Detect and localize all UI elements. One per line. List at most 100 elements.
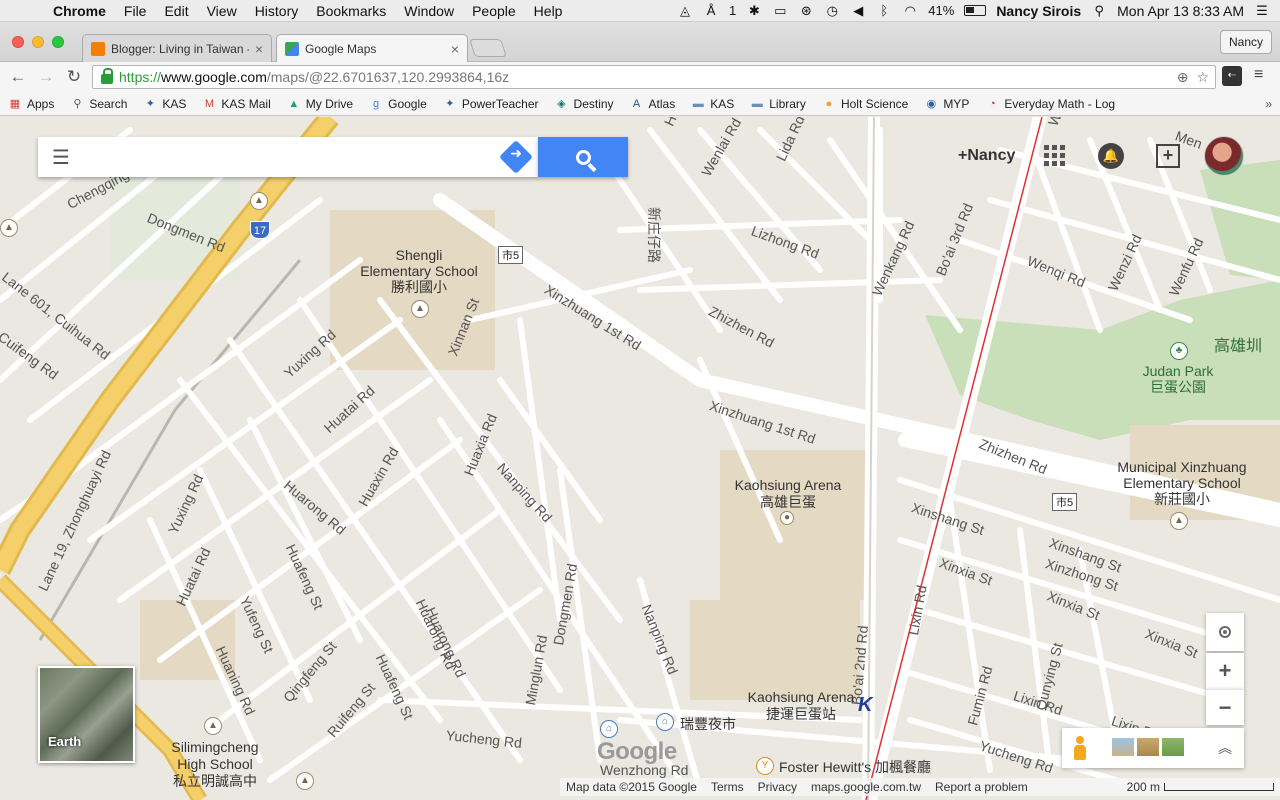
bookmark-library[interactable]: ▬ Library: [750, 97, 806, 111]
my-location-button[interactable]: [1206, 613, 1244, 651]
mrt-station-icon[interactable]: K: [858, 694, 872, 717]
menu-file[interactable]: File: [115, 3, 156, 19]
park-icon[interactable]: ♣: [1170, 342, 1188, 360]
time-machine-icon[interactable]: ◷: [824, 3, 840, 19]
zoom-in-button[interactable]: +: [1206, 653, 1244, 689]
close-tab-icon[interactable]: ×: [255, 41, 263, 57]
bluetooth-icon[interactable]: ᛒ: [876, 3, 892, 18]
notifications-bell-icon[interactable]: 🔔: [1098, 143, 1124, 169]
new-tab-button[interactable]: [469, 39, 507, 57]
bookmark-search[interactable]: ⚲ Search: [70, 97, 127, 111]
imagery-thumbnails[interactable]: [1112, 738, 1184, 756]
market-icon[interactable]: ⌂: [656, 713, 674, 731]
tab-google-maps[interactable]: Google Maps ×: [276, 34, 468, 63]
zoom-out-button[interactable]: −: [1206, 689, 1244, 725]
school-icon[interactable]: ▲: [204, 717, 222, 735]
domain-link[interactable]: maps.google.com.tw: [811, 780, 921, 794]
expand-chevron-icon[interactable]: ︽: [1218, 738, 1232, 758]
share-plus-icon[interactable]: +: [1156, 144, 1180, 168]
restaurant-icon[interactable]: Y: [756, 757, 774, 775]
back-button[interactable]: ←: [4, 67, 32, 87]
extension-icon[interactable]: ⇠: [1222, 66, 1242, 86]
bookmark-star-icon[interactable]: ☆: [1196, 69, 1209, 86]
scale-control[interactable]: 200 m: [1127, 780, 1280, 794]
place-label-xinzhuang-school[interactable]: Municipal Xinzhuang Elementary School 新莊…: [1108, 459, 1256, 507]
bookmark-google[interactable]: g Google: [369, 97, 427, 111]
pegman-icon[interactable]: [1074, 736, 1086, 760]
menu-view[interactable]: View: [198, 3, 246, 19]
menu-edit[interactable]: Edit: [155, 3, 197, 19]
wifi-icon[interactable]: ◠: [902, 3, 918, 19]
place-label-shengli[interactable]: Shengli Elementary School 勝利國小: [360, 247, 478, 295]
school-icon[interactable]: ▲: [250, 192, 268, 210]
adobe-creative-icon[interactable]: Å: [703, 3, 719, 18]
imagery-thumb[interactable]: [1137, 738, 1159, 756]
bookmarks-overflow-icon[interactable]: »: [1265, 97, 1280, 111]
menu-people[interactable]: People: [463, 3, 525, 19]
earth-view-toggle[interactable]: Earth: [38, 666, 135, 763]
menu-app-chrome[interactable]: Chrome: [44, 3, 115, 19]
school-icon[interactable]: ▲: [411, 300, 429, 318]
menu-bookmarks[interactable]: Bookmarks: [307, 3, 395, 19]
place-label-judan-park[interactable]: Judan Park 巨蛋公園: [1140, 363, 1216, 395]
close-tab-icon[interactable]: ×: [451, 41, 459, 57]
bookmark-atlas[interactable]: A Atlas: [630, 97, 675, 111]
bookmark-apps[interactable]: ▦ Apps: [8, 97, 55, 111]
reload-button[interactable]: ↻: [60, 67, 88, 87]
search-button[interactable]: [538, 137, 628, 177]
notification-center-icon[interactable]: ☰: [1254, 3, 1270, 19]
forward-button[interactable]: →: [32, 67, 60, 87]
chrome-menu-icon[interactable]: ≡: [1254, 66, 1263, 84]
accessibility-icon[interactable]: ⊛: [798, 3, 814, 19]
apps-grid-icon[interactable]: [1044, 145, 1065, 166]
secure-lock-icon[interactable]: [101, 68, 113, 84]
menu-history[interactable]: History: [246, 3, 308, 19]
place-label-silimingcheng[interactable]: Silimingcheng High School 私立明誠高中: [163, 739, 267, 790]
place-label-arena[interactable]: Kaohsiung Arena 高雄巨蛋: [730, 477, 846, 511]
menu-window[interactable]: Window: [395, 3, 463, 19]
place-label-foster-hewitts[interactable]: Foster Hewitt's 加楓餐廳: [779, 757, 931, 777]
privacy-link[interactable]: Privacy: [758, 780, 797, 794]
menubar-clock[interactable]: Mon Apr 13 8:33 AM: [1117, 3, 1244, 19]
minimize-window-button[interactable]: [32, 36, 44, 48]
terms-link[interactable]: Terms: [711, 780, 744, 794]
spotlight-icon[interactable]: ⚲: [1091, 3, 1107, 19]
school-icon[interactable]: ▲: [1170, 512, 1188, 530]
bookmark-everyday-math-log[interactable]: ◔ Everyday Math - Log: [985, 97, 1115, 111]
account-name-link[interactable]: +Nancy: [958, 147, 1015, 165]
menu-help[interactable]: Help: [525, 3, 572, 19]
bookmark-powerteacher[interactable]: ✦ PowerTeacher: [443, 97, 538, 111]
paw-icon[interactable]: ✱: [746, 3, 762, 19]
bookmark-kas-mail[interactable]: M KAS Mail: [202, 97, 271, 111]
zoom-window-button[interactable]: [52, 36, 64, 48]
battery-icon[interactable]: [964, 5, 987, 16]
bookmark-kas[interactable]: ✦ KAS: [143, 97, 187, 111]
tab-blogger[interactable]: Blogger: Living in Taiwan - ×: [82, 34, 272, 62]
zoom-magnifier-icon[interactable]: ⊕: [1177, 69, 1189, 86]
adobe-icon[interactable]: ◬: [677, 3, 693, 19]
close-window-button[interactable]: [12, 36, 24, 48]
place-label-night-market[interactable]: 瑞豐夜市: [680, 714, 736, 734]
bookmark-myp[interactable]: ◉ MYP: [924, 97, 970, 111]
airplay-icon[interactable]: ▭: [772, 3, 788, 19]
school-icon[interactable]: ▲: [0, 219, 18, 237]
bookmark-kas[interactable]: ▬ KAS: [691, 97, 735, 111]
imagery-thumb[interactable]: [1112, 738, 1134, 756]
map-canvas[interactable]: Chengqing Rd Dongmen Rd Lane 601, Cuihua R…: [0, 117, 1280, 800]
imagery-thumb[interactable]: [1162, 738, 1184, 756]
place-label-mrt-station[interactable]: Kaohsiung Arena 捷運巨蛋站: [745, 689, 857, 723]
bookmark-my-drive[interactable]: ▲ My Drive: [287, 97, 353, 111]
bookmark-destiny[interactable]: ◈ Destiny: [555, 97, 613, 111]
menubar-user[interactable]: Nancy Sirois: [996, 3, 1081, 19]
address-bar[interactable]: https:// www.google.com /maps/@22.670163…: [92, 65, 1216, 89]
directions-icon[interactable]: [499, 140, 533, 174]
avatar[interactable]: [1204, 136, 1244, 176]
search-input[interactable]: [84, 142, 504, 172]
report-problem-link[interactable]: Report a problem: [935, 780, 1028, 794]
menu-hamburger-icon[interactable]: ☰: [38, 145, 84, 170]
school-icon[interactable]: ▲: [296, 772, 314, 790]
market-icon[interactable]: ⌂: [600, 720, 618, 738]
bookmark-holt-science[interactable]: ● Holt Science: [822, 97, 909, 111]
volume-icon[interactable]: ◀: [850, 3, 866, 19]
profile-button[interactable]: Nancy: [1219, 30, 1272, 54]
